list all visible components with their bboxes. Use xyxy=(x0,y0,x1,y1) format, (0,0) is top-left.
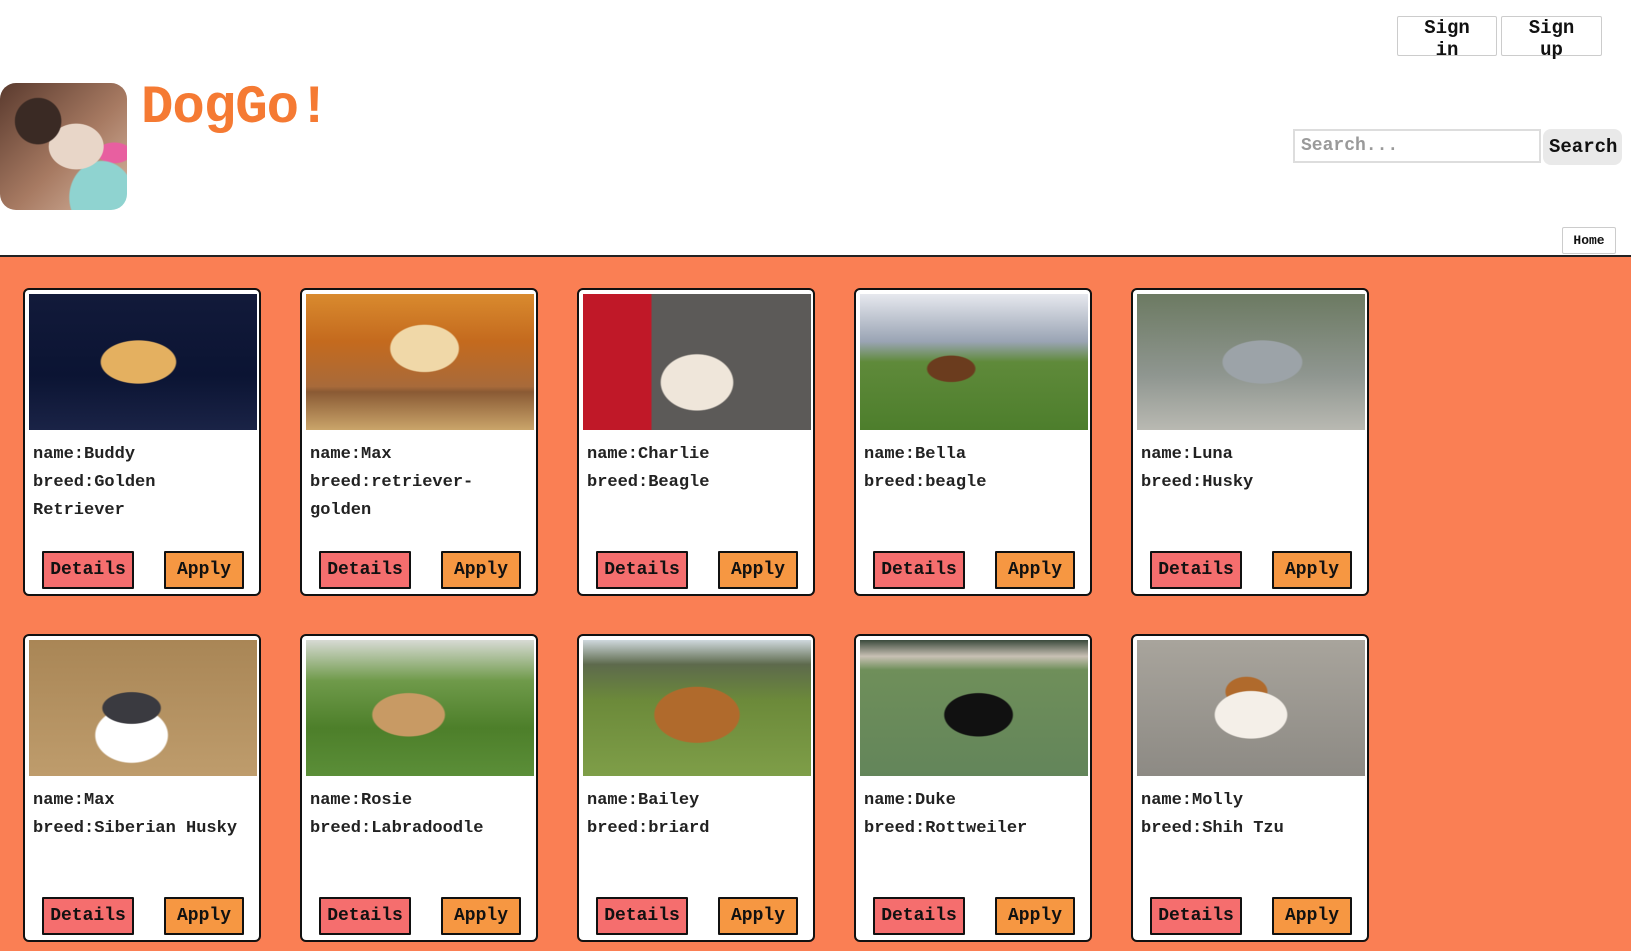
dog-name: name:Rosie xyxy=(310,791,413,810)
dog-info: name:Bailey breed:briard xyxy=(587,787,809,843)
dog-breed: breed:Labradoodle xyxy=(310,819,484,838)
brand-title[interactable]: DogGo! xyxy=(141,78,330,139)
dog-card: name:Bella breed:beagle Details Apply xyxy=(854,288,1092,596)
dog-name: name:Bailey xyxy=(587,791,700,810)
dog-breed: breed:Rottweiler xyxy=(864,819,1028,838)
dog-info: name:Rosie breed:Labradoodle xyxy=(310,787,532,843)
dog-info: name:Luna breed:Husky xyxy=(1141,441,1363,497)
apply-button[interactable]: Apply xyxy=(718,551,798,589)
logo-image[interactable] xyxy=(0,83,127,210)
dog-card: name:Charlie breed:Beagle Details Apply xyxy=(577,288,815,596)
apply-button[interactable]: Apply xyxy=(441,897,521,935)
dog-breed: breed:Siberian Husky xyxy=(33,819,238,838)
dog-photo xyxy=(29,640,257,776)
dog-photo xyxy=(306,294,534,430)
dog-card: name:Bailey breed:briard Details Apply xyxy=(577,634,815,942)
dog-photo xyxy=(860,294,1088,430)
dog-breed: breed:briard xyxy=(587,819,710,838)
dog-card: name:Duke breed:Rottweiler Details Apply xyxy=(854,634,1092,942)
details-button[interactable]: Details xyxy=(1150,897,1242,935)
home-button[interactable]: Home xyxy=(1562,227,1616,254)
apply-button[interactable]: Apply xyxy=(995,897,1075,935)
dog-name: name:Bella xyxy=(864,445,967,464)
dog-name: name:Luna xyxy=(1141,445,1233,464)
apply-button[interactable]: Apply xyxy=(1272,897,1352,935)
apply-button[interactable]: Apply xyxy=(441,551,521,589)
apply-button[interactable]: Apply xyxy=(164,551,244,589)
apply-button[interactable]: Apply xyxy=(164,897,244,935)
dog-photo xyxy=(29,294,257,430)
apply-button[interactable]: Apply xyxy=(718,897,798,935)
dog-card: name:Buddy breed:Golden Retriever Details A… xyxy=(23,288,261,596)
dog-grid: name:Buddy breed:Golden Retriever Details A… xyxy=(0,257,1631,951)
search-input[interactable] xyxy=(1293,129,1541,163)
dog-card: name:Rosie breed:Labradoodle Details Apply xyxy=(300,634,538,942)
dog-photo xyxy=(860,640,1088,776)
dog-name: name:Buddy xyxy=(33,445,136,464)
details-button[interactable]: Details xyxy=(596,897,688,935)
dog-card: name:Max breed:retriever-golden Details App… xyxy=(300,288,538,596)
dog-card: name:Max breed:Siberian Husky Details Apply xyxy=(23,634,261,942)
search-button[interactable]: Search xyxy=(1543,129,1622,165)
dog-info: name:Max breed:Siberian Husky xyxy=(33,787,255,843)
details-button[interactable]: Details xyxy=(873,897,965,935)
dog-info: name:Bella breed:beagle xyxy=(864,441,1086,497)
dog-photo xyxy=(583,294,811,430)
details-button[interactable]: Details xyxy=(319,897,411,935)
dog-info: name:Molly breed:Shih Tzu xyxy=(1141,787,1363,843)
dog-name: name:Max xyxy=(310,445,392,464)
dog-breed: breed:beagle xyxy=(864,473,987,492)
dog-info: name:Duke breed:Rottweiler xyxy=(864,787,1086,843)
dog-name: name:Max xyxy=(33,791,115,810)
dog-photo xyxy=(1137,640,1365,776)
dog-breed: breed:Golden Retriever xyxy=(33,473,156,520)
apply-button[interactable]: Apply xyxy=(995,551,1075,589)
details-button[interactable]: Details xyxy=(596,551,688,589)
details-button[interactable]: Details xyxy=(873,551,965,589)
dog-info: name:Buddy breed:Golden Retriever xyxy=(33,441,255,525)
dog-photo xyxy=(306,640,534,776)
apply-button[interactable]: Apply xyxy=(1272,551,1352,589)
dog-photo xyxy=(583,640,811,776)
details-button[interactable]: Details xyxy=(42,551,134,589)
dog-info: name:Max breed:retriever-golden xyxy=(310,441,532,525)
site-header: DogGo! Sign in Sign up Search Home xyxy=(0,0,1631,257)
dog-name: name:Duke xyxy=(864,791,956,810)
dog-breed: breed:Shih Tzu xyxy=(1141,819,1284,838)
dog-name: name:Molly xyxy=(1141,791,1244,810)
details-button[interactable]: Details xyxy=(319,551,411,589)
dog-info: name:Charlie breed:Beagle xyxy=(587,441,809,497)
details-button[interactable]: Details xyxy=(42,897,134,935)
details-button[interactable]: Details xyxy=(1150,551,1242,589)
dog-breed: breed:Husky xyxy=(1141,473,1254,492)
dog-photo xyxy=(1137,294,1365,430)
dog-breed: breed:retriever-golden xyxy=(310,473,474,520)
dog-name: name:Charlie xyxy=(587,445,710,464)
sign-in-button[interactable]: Sign in xyxy=(1397,16,1497,61)
dog-card: name:Molly breed:Shih Tzu Details Apply xyxy=(1131,634,1369,942)
sign-up-button[interactable]: Sign up xyxy=(1501,16,1602,61)
dog-breed: breed:Beagle xyxy=(587,473,710,492)
dog-card: name:Luna breed:Husky Details Apply xyxy=(1131,288,1369,596)
